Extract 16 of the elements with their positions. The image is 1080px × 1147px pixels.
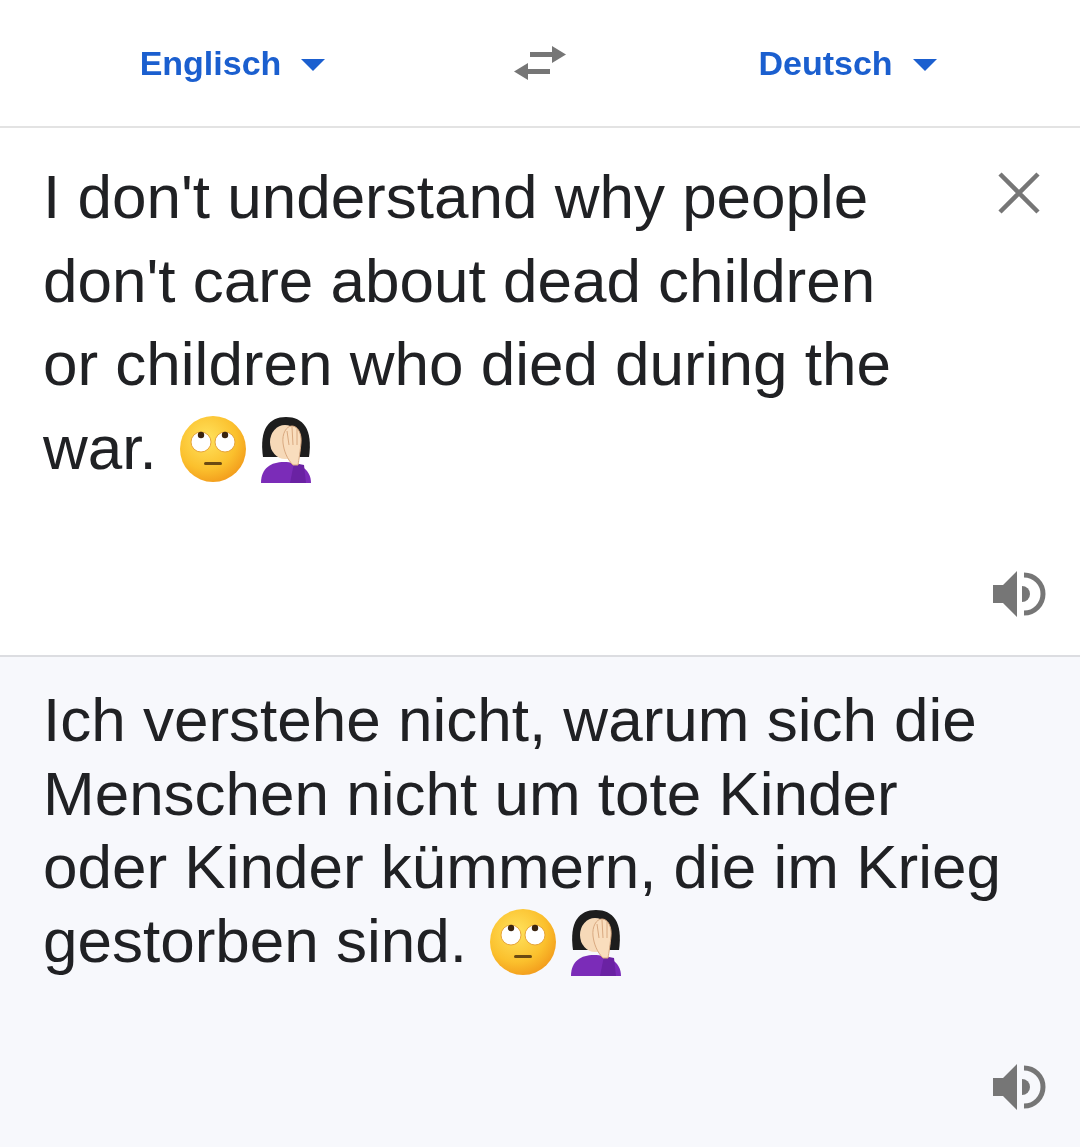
listen-translation-button[interactable] bbox=[993, 1064, 1046, 1110]
clear-text-button[interactable] bbox=[998, 172, 1040, 214]
swap-icon bbox=[514, 44, 566, 82]
listen-source-button[interactable] bbox=[993, 571, 1046, 617]
target-language-button[interactable]: Deutsch bbox=[758, 42, 937, 84]
caret-icon bbox=[912, 59, 937, 71]
eye-roll-emoji-icon bbox=[178, 414, 247, 483]
translation-text: gestorben sind. bbox=[43, 905, 467, 975]
caret-icon bbox=[301, 59, 326, 71]
swap-languages-button[interactable] bbox=[514, 44, 566, 82]
speaker-icon bbox=[993, 1064, 1046, 1110]
close-icon bbox=[998, 172, 1040, 214]
source-text-field[interactable]: I don't understand why people don't care about dead children or children who died during the war. bbox=[43, 155, 918, 489]
speaker-icon bbox=[993, 571, 1046, 617]
source-language-button[interactable]: Englisch bbox=[139, 42, 326, 84]
eye-roll-emoji-icon bbox=[488, 907, 557, 976]
